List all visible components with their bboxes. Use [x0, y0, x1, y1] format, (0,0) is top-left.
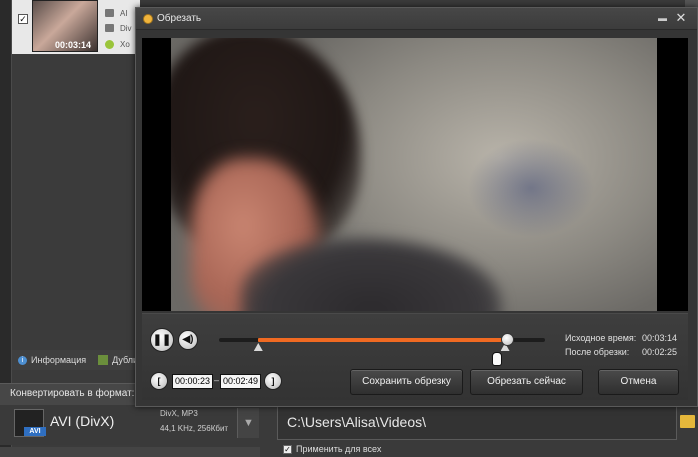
set-end-button[interactable]: ]: [264, 372, 282, 390]
duplicate-icon: [98, 355, 109, 365]
cancel-button[interactable]: Отмена: [598, 369, 679, 395]
start-time-field[interactable]: 00:00:23: [172, 374, 214, 389]
volume-icon[interactable]: ◀): [178, 330, 198, 350]
playhead-handle[interactable]: [500, 333, 514, 346]
apply-all-checkbox[interactable]: ✓: [283, 445, 292, 454]
save-trim-button[interactable]: Сохранить обрезку: [350, 369, 463, 395]
thumbnail-duration: 00:03:14: [55, 40, 92, 50]
status-ok-icon: [105, 40, 114, 49]
trim-now-button[interactable]: Обрезать сейчас: [470, 369, 583, 395]
format-badge: AVI: [24, 427, 46, 436]
audio-icon: [105, 9, 114, 17]
dialog-titlebar[interactable]: Обрезать ▬ ✕: [136, 8, 697, 30]
folder-icon[interactable]: [680, 415, 695, 428]
trim-start-marker[interactable]: [253, 343, 263, 351]
trim-dialog: Обрезать ▬ ✕ ❚❚ ◀) Исходное время: 00:03…: [135, 7, 698, 407]
file-tag-codec: Div: [120, 24, 132, 33]
time-separator: –: [214, 375, 220, 385]
dialog-title: Обрезать: [157, 13, 202, 24]
trim-controls: ❚❚ ◀) Исходное время: 00:03:14 После обр…: [142, 313, 688, 400]
mouse-cursor-icon: [492, 352, 502, 366]
format-name[interactable]: AVI (DivX): [50, 413, 114, 429]
trim-selection-range: [257, 338, 505, 342]
scissors-icon: [143, 14, 153, 24]
info-tabs: i Информация Дубли: [12, 350, 140, 370]
convert-format-label: Конвертировать в формат:: [10, 388, 135, 399]
original-time-value: 00:03:14: [642, 333, 678, 343]
file-tag-audio: AI: [120, 9, 128, 18]
background-bottom-buttons: [0, 447, 260, 457]
video-frame: [171, 38, 657, 311]
after-trim-value: 00:02:25: [642, 347, 678, 357]
original-time-label: Исходное время:: [565, 333, 637, 343]
video-codec-icon: [105, 24, 114, 32]
set-start-button[interactable]: [: [150, 372, 168, 390]
format-bitrate: 44,1 KHz, 256Кбит: [160, 424, 229, 433]
tab-info[interactable]: Информация: [31, 355, 86, 365]
info-icon: i: [18, 355, 27, 365]
pause-button[interactable]: ❚❚: [150, 328, 174, 352]
maximize-icon[interactable]: ▬: [657, 12, 668, 24]
video-preview[interactable]: [142, 38, 688, 311]
close-icon[interactable]: ✕: [674, 11, 688, 25]
app-window: ✓ 00:03:14 AI Div Xo i Информация Дубли …: [0, 0, 698, 457]
file-tag-quality: Xo: [120, 40, 130, 49]
chevron-down-icon[interactable]: ▼: [237, 408, 259, 438]
end-time-field[interactable]: 00:02:49: [220, 374, 262, 389]
after-trim-label: После обрезки:: [565, 347, 630, 357]
format-codecs: DivX, MP3: [160, 409, 198, 418]
apply-all-label: Применить для всех: [296, 444, 382, 454]
file-checkbox[interactable]: ✓: [18, 14, 28, 24]
output-path-field[interactable]: C:\Users\Alisa\Videos\: [277, 405, 677, 440]
